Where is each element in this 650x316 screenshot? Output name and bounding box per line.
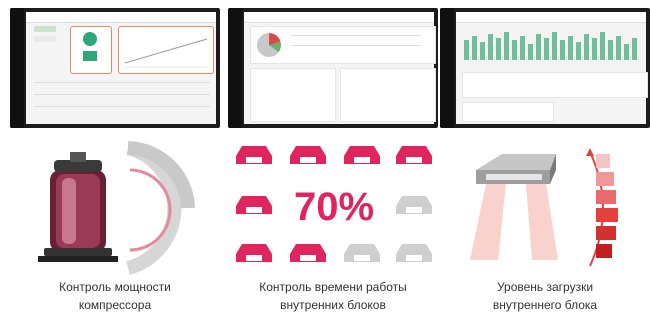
indoor-unit-icon xyxy=(290,244,326,262)
runtime-illustration: 70% xyxy=(228,140,438,275)
screenshot-topbar xyxy=(26,12,216,23)
caption-runtime: Контроль времени работы внутренних блоко… xyxy=(228,278,438,314)
screenshot-divider xyxy=(291,45,421,46)
caption-line: Контроль времени работы xyxy=(259,280,407,294)
indoor-unit-icon xyxy=(236,244,272,262)
screenshot-trend-line xyxy=(124,38,208,68)
screenshot-sidebar xyxy=(228,8,242,128)
screenshot-topbar xyxy=(456,12,646,23)
screenshot-screen xyxy=(456,12,648,124)
screenshot-tag xyxy=(34,36,56,42)
screenshot-chart-box xyxy=(118,26,214,74)
indoor-unit-icon xyxy=(396,244,432,262)
feature-compressor-capacity: Контроль мощности компрессора xyxy=(10,0,220,316)
screenshot-status-icon xyxy=(83,32,97,46)
percentage-value: 70% xyxy=(293,185,375,229)
screenshot-unit-row xyxy=(462,72,648,98)
feature-indoor-runtime: 70% Контроль времени работы внутренних б… xyxy=(228,0,438,316)
screenshot-panel xyxy=(462,102,554,122)
screenshot-pie-icon xyxy=(257,33,281,57)
caption-line: Контроль мощности xyxy=(59,280,171,294)
screenshot-divider xyxy=(291,35,421,36)
indoor-unit-icon xyxy=(236,196,272,214)
screenshot-screen xyxy=(244,12,436,124)
caption-line: внутреннего блока xyxy=(492,298,598,312)
compressor-icon xyxy=(38,141,195,275)
caption-compressor: Контроль мощности компрессора xyxy=(10,278,220,314)
caption-line: внутренних блоков xyxy=(280,298,386,312)
indoor-unit-icon xyxy=(396,146,432,164)
screenshot-tag xyxy=(34,26,56,32)
screenshot-bar-chart xyxy=(464,32,637,60)
screenshot-panel xyxy=(250,26,436,64)
screenshot-sidebar xyxy=(10,8,24,128)
feature-indoor-load: Уровень загрузки внутреннего блока xyxy=(440,0,650,316)
screenshot-divider xyxy=(34,106,210,107)
caption-line: Уровень загрузки xyxy=(496,280,594,294)
indoor-unit-icon xyxy=(396,196,432,214)
indoor-unit-icon xyxy=(290,146,326,164)
screenshot-panel xyxy=(250,68,336,122)
load-illustration xyxy=(440,140,650,275)
compressor-illustration xyxy=(10,140,220,275)
screenshot-divider xyxy=(34,94,210,95)
screenshot-compressor-monitor xyxy=(10,8,220,128)
indoor-unit-load-icon xyxy=(470,148,618,267)
indoor-unit-icon xyxy=(344,244,380,262)
screenshot-topbar xyxy=(244,12,434,23)
caption-load: Уровень загрузки внутреннего блока xyxy=(440,278,650,314)
caption-line: компрессора xyxy=(78,298,152,312)
screenshot-divider xyxy=(34,82,210,83)
screenshot-sidebar xyxy=(440,8,454,128)
screenshot-status-icon xyxy=(83,51,97,61)
screenshot-highlight-box xyxy=(70,26,112,74)
indoor-unit-icon xyxy=(236,146,272,164)
screenshot-load-monitor xyxy=(440,8,650,128)
screenshot-panel xyxy=(340,68,436,122)
screenshot-runtime-monitor xyxy=(228,8,438,128)
screenshot-screen xyxy=(26,12,216,124)
indoor-unit-icon xyxy=(344,146,380,164)
